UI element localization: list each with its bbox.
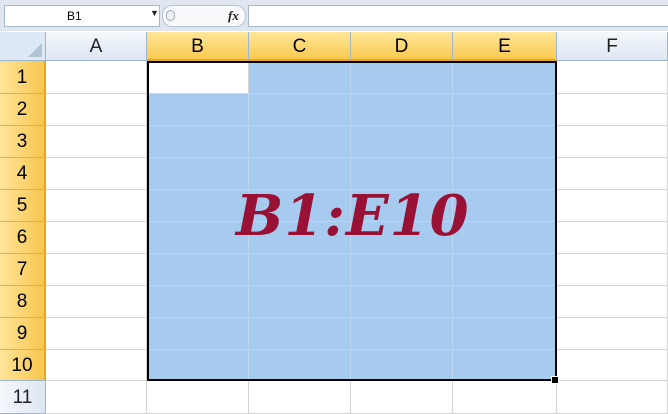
cell-c11[interactable] (249, 381, 351, 414)
cell-e10[interactable] (453, 350, 557, 381)
name-box[interactable]: B1 ▼ (4, 5, 160, 27)
cell-d11[interactable] (351, 381, 453, 414)
cell-e3[interactable] (453, 126, 557, 158)
row-header-3[interactable]: 3 (0, 126, 46, 158)
resize-grip-icon[interactable] (166, 10, 175, 21)
cell-a10[interactable] (46, 350, 147, 381)
cell-b1-active[interactable] (147, 61, 249, 94)
formula-tools: fx (162, 5, 246, 27)
cell-d2[interactable] (351, 94, 453, 126)
cell-f6[interactable] (557, 222, 668, 254)
cell-b10[interactable] (147, 350, 249, 381)
cell-a7[interactable] (46, 254, 147, 286)
cell-c1[interactable] (249, 61, 351, 94)
cell-c3[interactable] (249, 126, 351, 158)
cell-c10[interactable] (249, 350, 351, 381)
row-header-8[interactable]: 8 (0, 286, 46, 318)
row-header-11[interactable]: 11 (0, 381, 46, 414)
cell-f3[interactable] (557, 126, 668, 158)
insert-function-icon[interactable]: fx (228, 8, 239, 24)
cell-a11[interactable] (46, 381, 147, 414)
row-header-4[interactable]: 4 (0, 158, 46, 190)
row-header-7[interactable]: 7 (0, 254, 46, 286)
cell-d7[interactable] (351, 254, 453, 286)
cell-b4[interactable] (147, 158, 249, 190)
cell-a4[interactable] (46, 158, 147, 190)
cell-b3[interactable] (147, 126, 249, 158)
column-header-f[interactable]: F (557, 32, 668, 61)
row-header-6[interactable]: 6 (0, 222, 46, 254)
cell-b8[interactable] (147, 286, 249, 318)
row-header-2[interactable]: 2 (0, 94, 46, 126)
cell-f10[interactable] (557, 350, 668, 381)
cell-d1[interactable] (351, 61, 453, 94)
cell-f2[interactable] (557, 94, 668, 126)
cell-c8[interactable] (249, 286, 351, 318)
cell-a2[interactable] (46, 94, 147, 126)
row-header-9[interactable]: 9 (0, 318, 46, 350)
select-all-button[interactable] (0, 32, 46, 61)
range-annotation: B1:E10 (236, 183, 470, 249)
row-header-1[interactable]: 1 (0, 61, 46, 94)
cell-f9[interactable] (557, 318, 668, 350)
cell-f1[interactable] (557, 61, 668, 94)
cell-e9[interactable] (453, 318, 557, 350)
cell-a3[interactable] (46, 126, 147, 158)
column-header-a[interactable]: A (46, 32, 147, 61)
cell-f11[interactable] (557, 381, 668, 414)
formula-bar: B1 ▼ fx (0, 0, 668, 31)
cell-a8[interactable] (46, 286, 147, 318)
cell-b11[interactable] (147, 381, 249, 414)
cell-a1[interactable] (46, 61, 147, 94)
column-header-b[interactable]: B (147, 32, 249, 61)
cell-a6[interactable] (46, 222, 147, 254)
name-box-value: B1 (67, 9, 82, 23)
column-header-c[interactable]: C (249, 32, 351, 61)
column-header-d[interactable]: D (351, 32, 453, 61)
cell-c7[interactable] (249, 254, 351, 286)
cell-d9[interactable] (351, 318, 453, 350)
cell-b6[interactable] (147, 222, 249, 254)
cell-a9[interactable] (46, 318, 147, 350)
cell-d10[interactable] (351, 350, 453, 381)
cell-e2[interactable] (453, 94, 557, 126)
fill-handle[interactable] (551, 376, 559, 384)
cell-e11[interactable] (453, 381, 557, 414)
cell-f8[interactable] (557, 286, 668, 318)
row-header-5[interactable]: 5 (0, 190, 46, 222)
cell-e8[interactable] (453, 286, 557, 318)
row-header-10[interactable]: 10 (0, 350, 46, 381)
column-header-e[interactable]: E (453, 32, 557, 61)
select-all-icon (28, 43, 42, 57)
cell-f7[interactable] (557, 254, 668, 286)
cell-e7[interactable] (453, 254, 557, 286)
cell-f5[interactable] (557, 190, 668, 222)
formula-input[interactable] (248, 5, 668, 27)
cell-c2[interactable] (249, 94, 351, 126)
chevron-down-icon[interactable]: ▼ (150, 8, 159, 18)
cell-e1[interactable] (453, 61, 557, 94)
cell-a5[interactable] (46, 190, 147, 222)
cell-d3[interactable] (351, 126, 453, 158)
cell-b7[interactable] (147, 254, 249, 286)
cell-d8[interactable] (351, 286, 453, 318)
cell-b2[interactable] (147, 94, 249, 126)
cell-f4[interactable] (557, 158, 668, 190)
cell-b9[interactable] (147, 318, 249, 350)
cell-c9[interactable] (249, 318, 351, 350)
cell-b5[interactable] (147, 190, 249, 222)
